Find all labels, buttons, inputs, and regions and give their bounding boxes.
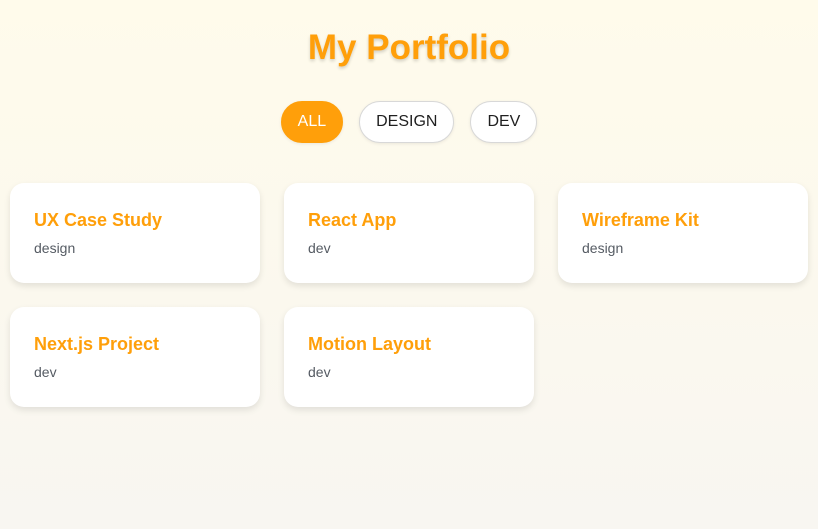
project-tag: design [34, 240, 76, 256]
project-card[interactable]: Wireframe Kit design [558, 183, 808, 283]
project-title: Motion Layout [308, 334, 431, 354]
project-title: UX Case Study [34, 210, 163, 230]
project-grid: UX Case Study design React App dev Wiref… [10, 183, 808, 407]
project-tag: dev [308, 364, 331, 380]
project-card[interactable]: React App dev [284, 183, 534, 283]
filter-all-button[interactable]: ALL [280, 101, 344, 143]
project-card[interactable]: UX Case Study design [10, 183, 260, 283]
filter-design-button[interactable]: DESIGN [359, 101, 455, 143]
page-title: My Portfolio [307, 28, 511, 67]
project-title: Next.js Project [34, 334, 160, 354]
project-card[interactable]: Next.js Project dev [10, 307, 260, 407]
filter-bar: ALL DESIGN DEV [0, 101, 818, 143]
project-title: React App [308, 210, 397, 230]
project-title: Wireframe Kit [582, 210, 699, 230]
project-card[interactable]: Motion Layout dev [284, 307, 534, 407]
filter-dev-button[interactable]: DEV [470, 101, 538, 143]
project-tag: design [582, 240, 624, 256]
project-tag: dev [34, 364, 57, 380]
project-tag: dev [308, 240, 331, 256]
